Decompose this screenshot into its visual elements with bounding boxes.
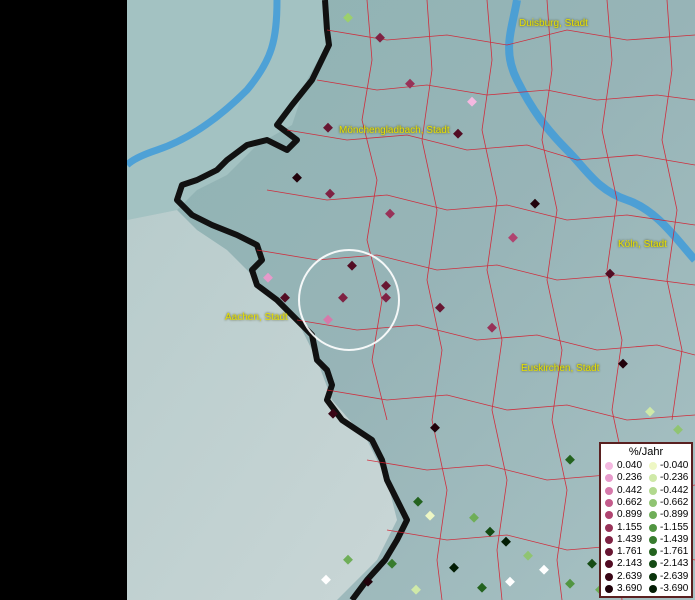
legend-value-negative: -1.439: [660, 533, 689, 545]
legend-swatch-negative: [649, 548, 657, 557]
legend-swatch-positive: [605, 572, 613, 581]
legend-swatch-positive: [605, 535, 613, 544]
legend-value-positive: 2.143: [617, 558, 643, 570]
legend-swatch-negative: [649, 535, 657, 544]
legend-value-negative: -1.155: [660, 521, 689, 533]
legend-panel: %/Jahr 0.040 -0.040 0.236 -0.236 0.442 -0.442…: [599, 442, 693, 598]
legend-value-negative: -2.639: [660, 570, 689, 582]
legend-row: 2.143 -2.143: [603, 558, 691, 570]
city-label-euskirchen: Euskirchen, Stadt: [521, 363, 600, 374]
legend-swatch-positive: [605, 486, 613, 495]
legend-value-positive: 3.690: [617, 583, 643, 594]
city-label-aachen: Aachen, Stadt: [225, 312, 288, 323]
legend-value-negative: -2.143: [660, 558, 689, 570]
legend-value-positive: 0.040: [617, 460, 643, 471]
legend-swatch-negative: [649, 560, 657, 569]
legend-row: 1.155 -1.155: [603, 522, 691, 534]
map-viewport[interactable]: Duisburg, Stadt Mönchengladbach, Stadt K…: [0, 0, 695, 600]
legend-value-negative: -0.040: [660, 460, 689, 471]
legend-swatch-negative: [649, 498, 657, 507]
legend-value-positive: 0.236: [617, 472, 643, 484]
legend-title: %/Jahr: [628, 446, 664, 458]
legend-swatch-positive: [605, 548, 613, 557]
legend-value-negative: -1.761: [660, 546, 689, 558]
legend-value-positive: 0.899: [617, 509, 643, 521]
legend-swatch-positive: [605, 462, 613, 470]
legend-swatch-negative: [649, 523, 657, 532]
left-panel-background: [0, 0, 127, 600]
legend-value-positive: 2.639: [617, 570, 643, 582]
legend-swatch-positive: [605, 498, 613, 507]
legend-row: 3.690 -3.690: [603, 583, 691, 595]
legend-value-negative: -0.662: [660, 496, 689, 508]
legend-row: 2.639 -2.639: [603, 571, 691, 583]
legend-swatch-positive: [605, 523, 613, 532]
legend-swatch-negative: [649, 572, 657, 581]
legend-swatch-negative: [649, 474, 657, 483]
legend-swatch-negative: [649, 585, 657, 593]
legend-swatch-positive: [605, 511, 613, 520]
legend-value-positive: 1.761: [617, 546, 643, 558]
legend-value-negative: -0.442: [660, 484, 689, 496]
legend-row: 0.662 -0.662: [603, 497, 691, 509]
city-label-duisburg: Duisburg, Stadt: [519, 18, 588, 29]
city-label-koeln: Köln, Stadt: [618, 239, 667, 250]
legend-value-negative: -0.899: [660, 509, 689, 521]
legend-swatch-positive: [605, 474, 613, 483]
city-label-moenchengladbach: Mönchengladbach, Stadt: [339, 125, 450, 136]
legend-row: 0.040 -0.040: [603, 460, 691, 472]
legend-row: 0.442 -0.442: [603, 485, 691, 497]
legend-swatch-negative: [649, 486, 657, 495]
legend-row: 0.236 -0.236: [603, 472, 691, 484]
legend-swatch-positive: [605, 560, 613, 569]
legend-value-positive: 0.662: [617, 496, 643, 508]
legend-value-negative: -3.690: [660, 583, 689, 594]
legend-swatch-negative: [649, 511, 657, 520]
legend-row: 0.899 -0.899: [603, 509, 691, 521]
legend-value-positive: 1.155: [617, 521, 643, 533]
legend-row: 1.439 -1.439: [603, 534, 691, 546]
legend-value-positive: 0.442: [617, 484, 643, 496]
legend-swatch-positive: [605, 585, 613, 593]
legend-swatch-negative: [649, 462, 657, 470]
legend-value-negative: -0.236: [660, 472, 689, 484]
legend-row: 1.761 -1.761: [603, 546, 691, 558]
legend-value-positive: 1.439: [617, 533, 643, 545]
